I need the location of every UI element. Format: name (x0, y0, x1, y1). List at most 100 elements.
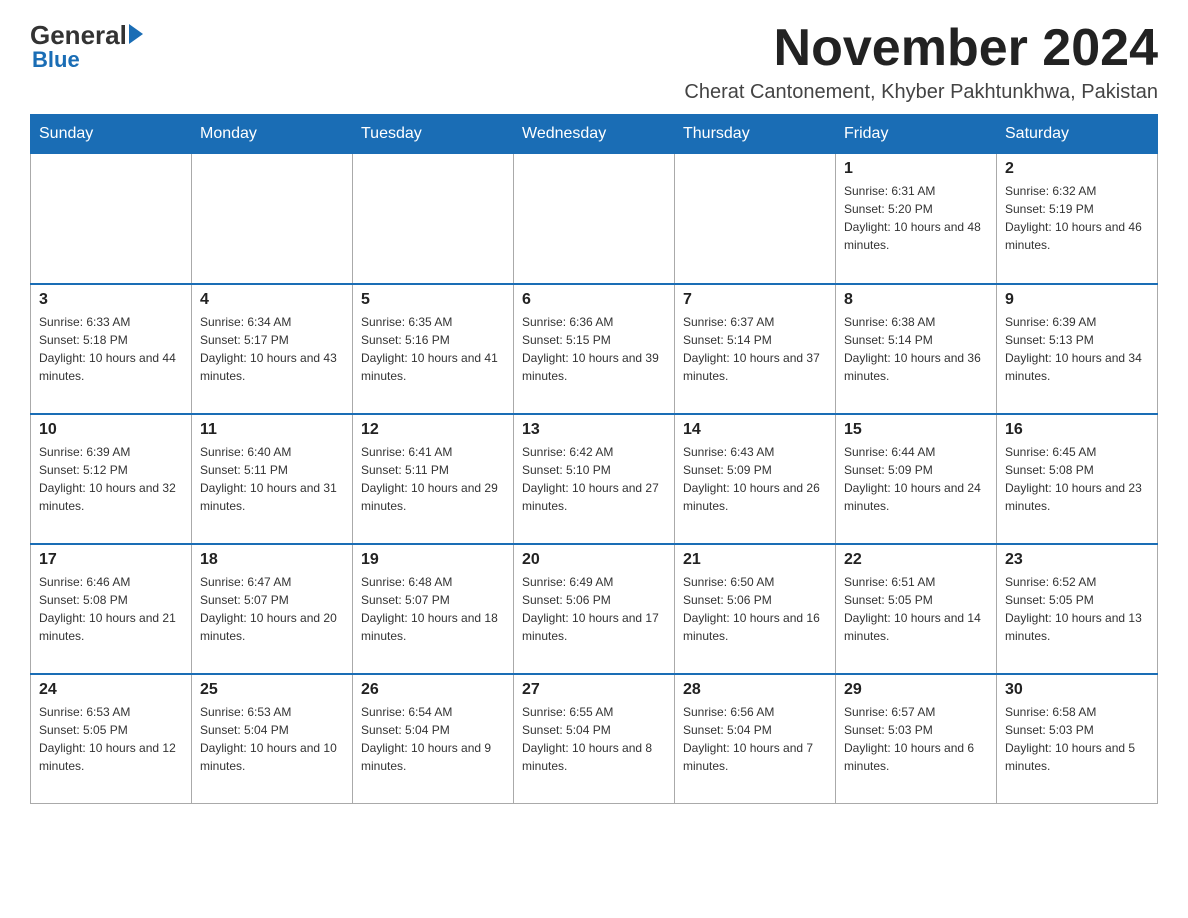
calendar-cell: 16 Sunrise: 6:45 AMSunset: 5:08 PMDayligh… (997, 414, 1158, 544)
cell-sun-info: Sunrise: 6:40 AMSunset: 5:11 PMDaylight:… (200, 443, 344, 515)
cell-sun-info: Sunrise: 6:55 AMSunset: 5:04 PMDaylight:… (522, 703, 666, 775)
calendar-cell: 12 Sunrise: 6:41 AMSunset: 5:11 PMDayligh… (353, 414, 514, 544)
cell-sun-info: Sunrise: 6:58 AMSunset: 5:03 PMDaylight:… (1005, 703, 1149, 775)
cell-day-number: 20 (522, 551, 666, 569)
calendar-row-0: 1 Sunrise: 6:31 AMSunset: 5:20 PMDaylight… (31, 154, 1158, 284)
cell-sun-info: Sunrise: 6:42 AMSunset: 5:10 PMDaylight:… (522, 443, 666, 515)
cell-sun-info: Sunrise: 6:39 AMSunset: 5:12 PMDaylight:… (39, 443, 183, 515)
calendar-cell (31, 154, 192, 284)
cell-day-number: 7 (683, 291, 827, 309)
cell-sun-info: Sunrise: 6:50 AMSunset: 5:06 PMDaylight:… (683, 573, 827, 645)
calendar-cell: 29Sunrise: 6:57 AMSunset: 5:03 PMDayligh… (836, 674, 997, 804)
cell-sun-info: Sunrise: 6:46 AMSunset: 5:08 PMDaylight:… (39, 573, 183, 645)
header-sunday: Sunday (31, 115, 192, 154)
cell-day-number: 12 (361, 421, 505, 439)
cell-day-number: 14 (683, 421, 827, 439)
cell-sun-info: Sunrise: 6:44 AMSunset: 5:09 PMDaylight:… (844, 443, 988, 515)
calendar-cell: 2Sunrise: 6:32 AMSunset: 5:19 PMDaylight… (997, 154, 1158, 284)
header-monday: Monday (192, 115, 353, 154)
calendar-cell: 11 Sunrise: 6:40 AMSunset: 5:11 PMDayligh… (192, 414, 353, 544)
cell-sun-info: Sunrise: 6:38 AMSunset: 5:14 PMDaylight:… (844, 313, 988, 385)
cell-sun-info: Sunrise: 6:37 AMSunset: 5:14 PMDaylight:… (683, 313, 827, 385)
cell-sun-info: Sunrise: 6:45 AMSunset: 5:08 PMDaylight:… (1005, 443, 1149, 515)
calendar-cell: 22Sunrise: 6:51 AMSunset: 5:05 PMDayligh… (836, 544, 997, 674)
calendar-cell: 15 Sunrise: 6:44 AMSunset: 5:09 PMDayligh… (836, 414, 997, 544)
cell-sun-info: Sunrise: 6:43 AMSunset: 5:09 PMDaylight:… (683, 443, 827, 515)
cell-sun-info: Sunrise: 6:47 AMSunset: 5:07 PMDaylight:… (200, 573, 344, 645)
logo-arrow-icon (129, 24, 143, 44)
calendar-cell (675, 154, 836, 284)
cell-sun-info: Sunrise: 6:41 AMSunset: 5:11 PMDaylight:… (361, 443, 505, 515)
header-thursday: Thursday (675, 115, 836, 154)
cell-day-number: 4 (200, 291, 344, 309)
cell-day-number: 17 (39, 551, 183, 569)
cell-sun-info: Sunrise: 6:31 AMSunset: 5:20 PMDaylight:… (844, 182, 988, 254)
cell-day-number: 8 (844, 291, 988, 309)
header-tuesday: Tuesday (353, 115, 514, 154)
calendar-cell: 6 Sunrise: 6:36 AMSunset: 5:15 PMDaylight… (514, 284, 675, 414)
cell-day-number: 2 (1005, 160, 1149, 178)
cell-sun-info: Sunrise: 6:35 AMSunset: 5:16 PMDaylight:… (361, 313, 505, 385)
cell-day-number: 6 (522, 291, 666, 309)
cell-sun-info: Sunrise: 6:54 AMSunset: 5:04 PMDaylight:… (361, 703, 505, 775)
header-friday: Friday (836, 115, 997, 154)
calendar-cell: 24 Sunrise: 6:53 AMSunset: 5:05 PMDayligh… (31, 674, 192, 804)
cell-day-number: 1 (844, 160, 988, 178)
calendar-row-3: 17 Sunrise: 6:46 AMSunset: 5:08 PMDayligh… (31, 544, 1158, 674)
cell-day-number: 24 (39, 681, 183, 699)
cell-day-number: 16 (1005, 421, 1149, 439)
cell-day-number: 22 (844, 551, 988, 569)
page-header: General Blue November 2024 Cherat Canton… (30, 20, 1158, 104)
calendar-cell: 5 Sunrise: 6:35 AMSunset: 5:16 PMDaylight… (353, 284, 514, 414)
cell-day-number: 30 (1005, 681, 1149, 699)
calendar-cell: 26Sunrise: 6:54 AMSunset: 5:04 PMDayligh… (353, 674, 514, 804)
calendar-cell: 4 Sunrise: 6:34 AMSunset: 5:17 PMDaylight… (192, 284, 353, 414)
cell-day-number: 13 (522, 421, 666, 439)
calendar-cell: 1 Sunrise: 6:31 AMSunset: 5:20 PMDaylight… (836, 154, 997, 284)
cell-sun-info: Sunrise: 6:36 AMSunset: 5:15 PMDaylight:… (522, 313, 666, 385)
cell-sun-info: Sunrise: 6:53 AMSunset: 5:05 PMDaylight:… (39, 703, 183, 775)
location-title: Cherat Cantonement, Khyber Pakhtunkhwa, … (684, 81, 1158, 104)
cell-day-number: 23 (1005, 551, 1149, 569)
cell-day-number: 3 (39, 291, 183, 309)
calendar-cell (514, 154, 675, 284)
cell-sun-info: Sunrise: 6:52 AMSunset: 5:05 PMDaylight:… (1005, 573, 1149, 645)
cell-day-number: 9 (1005, 291, 1149, 309)
cell-day-number: 11 (200, 421, 344, 439)
header-saturday: Saturday (997, 115, 1158, 154)
cell-sun-info: Sunrise: 6:49 AMSunset: 5:06 PMDaylight:… (522, 573, 666, 645)
header-wednesday: Wednesday (514, 115, 675, 154)
calendar-row-1: 3Sunrise: 6:33 AMSunset: 5:18 PMDaylight… (31, 284, 1158, 414)
calendar-cell: 28 Sunrise: 6:56 AMSunset: 5:04 PMDayligh… (675, 674, 836, 804)
calendar-cell: 20 Sunrise: 6:49 AMSunset: 5:06 PMDayligh… (514, 544, 675, 674)
calendar-cell: 19 Sunrise: 6:48 AMSunset: 5:07 PMDayligh… (353, 544, 514, 674)
cell-sun-info: Sunrise: 6:48 AMSunset: 5:07 PMDaylight:… (361, 573, 505, 645)
calendar-cell (353, 154, 514, 284)
calendar-cell: 17 Sunrise: 6:46 AMSunset: 5:08 PMDayligh… (31, 544, 192, 674)
calendar-cell: 8 Sunrise: 6:38 AMSunset: 5:14 PMDaylight… (836, 284, 997, 414)
calendar-cell: 13 Sunrise: 6:42 AMSunset: 5:10 PMDayligh… (514, 414, 675, 544)
calendar-row-4: 24 Sunrise: 6:53 AMSunset: 5:05 PMDayligh… (31, 674, 1158, 804)
calendar-cell: 30 Sunrise: 6:58 AMSunset: 5:03 PMDayligh… (997, 674, 1158, 804)
calendar-cell: 3Sunrise: 6:33 AMSunset: 5:18 PMDaylight… (31, 284, 192, 414)
calendar-cell (192, 154, 353, 284)
cell-day-number: 29 (844, 681, 988, 699)
cell-day-number: 28 (683, 681, 827, 699)
calendar-cell: 23 Sunrise: 6:52 AMSunset: 5:05 PMDayligh… (997, 544, 1158, 674)
cell-day-number: 18 (200, 551, 344, 569)
cell-day-number: 21 (683, 551, 827, 569)
calendar-table: SundayMondayTuesdayWednesdayThursdayFrid… (30, 114, 1158, 804)
cell-day-number: 10 (39, 421, 183, 439)
cell-sun-info: Sunrise: 6:53 AMSunset: 5:04 PMDaylight:… (200, 703, 344, 775)
cell-day-number: 19 (361, 551, 505, 569)
calendar-cell: 7 Sunrise: 6:37 AMSunset: 5:14 PMDaylight… (675, 284, 836, 414)
calendar-cell: 21 Sunrise: 6:50 AMSunset: 5:06 PMDayligh… (675, 544, 836, 674)
calendar-cell: 18 Sunrise: 6:47 AMSunset: 5:07 PMDayligh… (192, 544, 353, 674)
cell-sun-info: Sunrise: 6:56 AMSunset: 5:04 PMDaylight:… (683, 703, 827, 775)
title-block: November 2024 Cherat Cantonement, Khyber… (684, 20, 1158, 104)
cell-day-number: 15 (844, 421, 988, 439)
cell-day-number: 25 (200, 681, 344, 699)
cell-sun-info: Sunrise: 6:34 AMSunset: 5:17 PMDaylight:… (200, 313, 344, 385)
cell-day-number: 5 (361, 291, 505, 309)
logo: General Blue (30, 20, 143, 73)
